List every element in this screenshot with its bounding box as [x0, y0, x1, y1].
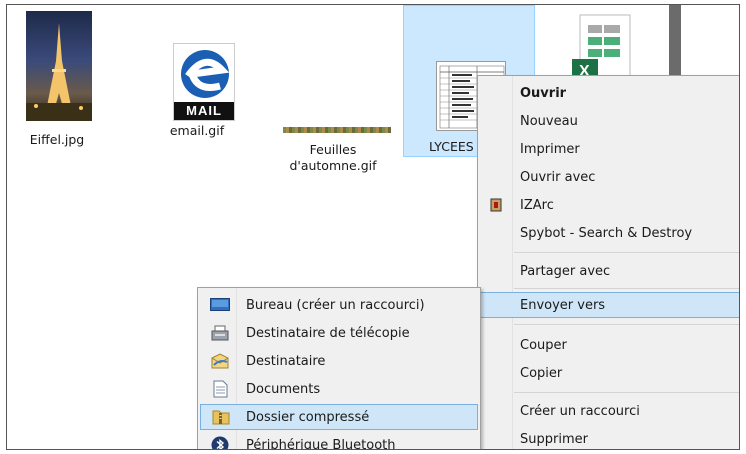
menu-item-label: IZArc [520, 197, 554, 213]
menu-item-label: Copier [520, 365, 563, 381]
menu-separator [514, 288, 739, 289]
sendto-item-dossier-compresse[interactable]: Dossier compressé [200, 404, 478, 430]
mail-badge: MAIL [174, 102, 234, 120]
menu-item-label: Imprimer [520, 141, 580, 157]
sendto-item-label: Destinataire de télécopie [246, 325, 410, 341]
menu-item-label: Ouvrir [520, 85, 567, 101]
file-name: email.gif [169, 123, 225, 138]
send-to-submenu: Bureau (créer un raccourci) Destinataire… [197, 287, 481, 450]
sendto-item-telecopie[interactable]: Destinataire de télécopie [198, 320, 480, 346]
menu-item-copier[interactable]: Copier [478, 360, 739, 386]
desktop-icon [210, 298, 230, 312]
sendto-item-label: Documents [246, 381, 321, 397]
file-explorer-view: Eiffel.jpg MAIL email.gif Feuilles d'aut… [6, 4, 740, 450]
menu-item-couper[interactable]: Couper [478, 332, 739, 358]
menu-item-label: Créer un raccourci [520, 403, 640, 419]
menu-item-label: Spybot - Search & Destroy [520, 225, 693, 241]
file-name-line1: Feuilles [309, 142, 357, 157]
bluetooth-icon [211, 436, 229, 449]
menu-item-supprimer[interactable]: Supprimer [478, 426, 739, 449]
menu-item-spybot[interactable]: Spybot - Search & Destroy [478, 220, 739, 246]
menu-item-creer-raccourci[interactable]: Créer un raccourci [478, 398, 739, 424]
context-menu: Ouvrir Nouveau Imprimer Ouvrir avec IZAr… [477, 75, 739, 449]
file-email[interactable]: MAIL email.gif [159, 43, 235, 139]
fax-icon [211, 325, 229, 341]
izarc-icon [490, 197, 504, 213]
menu-item-label: Ouvrir avec [520, 169, 596, 185]
file-name: Eiffel.jpg [29, 132, 85, 147]
menu-item-imprimer[interactable]: Imprimer [478, 136, 739, 162]
sendto-item-documents[interactable]: Documents [198, 376, 480, 402]
sendto-item-label: Bureau (créer un raccourci) [246, 297, 425, 313]
menu-item-ouvrir-avec[interactable]: Ouvrir avec [478, 164, 739, 190]
documents-icon [212, 380, 228, 398]
sendto-item-label: Dossier compressé [246, 409, 370, 425]
menu-item-envoyer-vers[interactable]: Envoyer vers [480, 292, 739, 318]
menu-item-partager-avec[interactable]: Partager avec [478, 258, 739, 284]
menu-separator [514, 392, 739, 393]
menu-separator [514, 324, 739, 325]
sendto-item-label: Destinataire [246, 353, 326, 369]
file-eiffel[interactable]: Eiffel.jpg [21, 11, 93, 148]
sendto-item-bureau[interactable]: Bureau (créer un raccourci) [198, 292, 480, 318]
menu-item-label: Partager avec [520, 263, 611, 279]
eiffel-image-icon [26, 11, 92, 121]
file-feuilles-automne[interactable]: Feuilles d'automne.gif [275, 121, 391, 174]
menu-item-label: Couper [520, 337, 567, 353]
sendto-item-bluetooth[interactable]: Périphérique Bluetooth [198, 432, 480, 450]
menu-item-ouvrir[interactable]: Ouvrir [478, 80, 739, 106]
mail-recipient-icon [211, 353, 229, 369]
menu-item-label: Supprimer [520, 431, 588, 447]
email-gif-icon: MAIL [173, 43, 235, 121]
menu-item-izarc[interactable]: IZArc [478, 192, 739, 218]
excel-file-icon: X [570, 13, 632, 83]
menu-item-label: Nouveau [520, 113, 578, 129]
zip-folder-icon [212, 408, 230, 426]
sendto-item-label: Périphérique Bluetooth [246, 437, 396, 450]
autumn-leaves-gif-icon [283, 127, 391, 133]
menu-item-nouveau[interactable]: Nouveau [478, 108, 739, 134]
file-name-line2: d'automne.gif [289, 158, 377, 173]
sendto-item-destinataire[interactable]: Destinataire [198, 348, 480, 374]
menu-separator [514, 252, 739, 253]
menu-item-label: Envoyer vers [520, 297, 606, 313]
